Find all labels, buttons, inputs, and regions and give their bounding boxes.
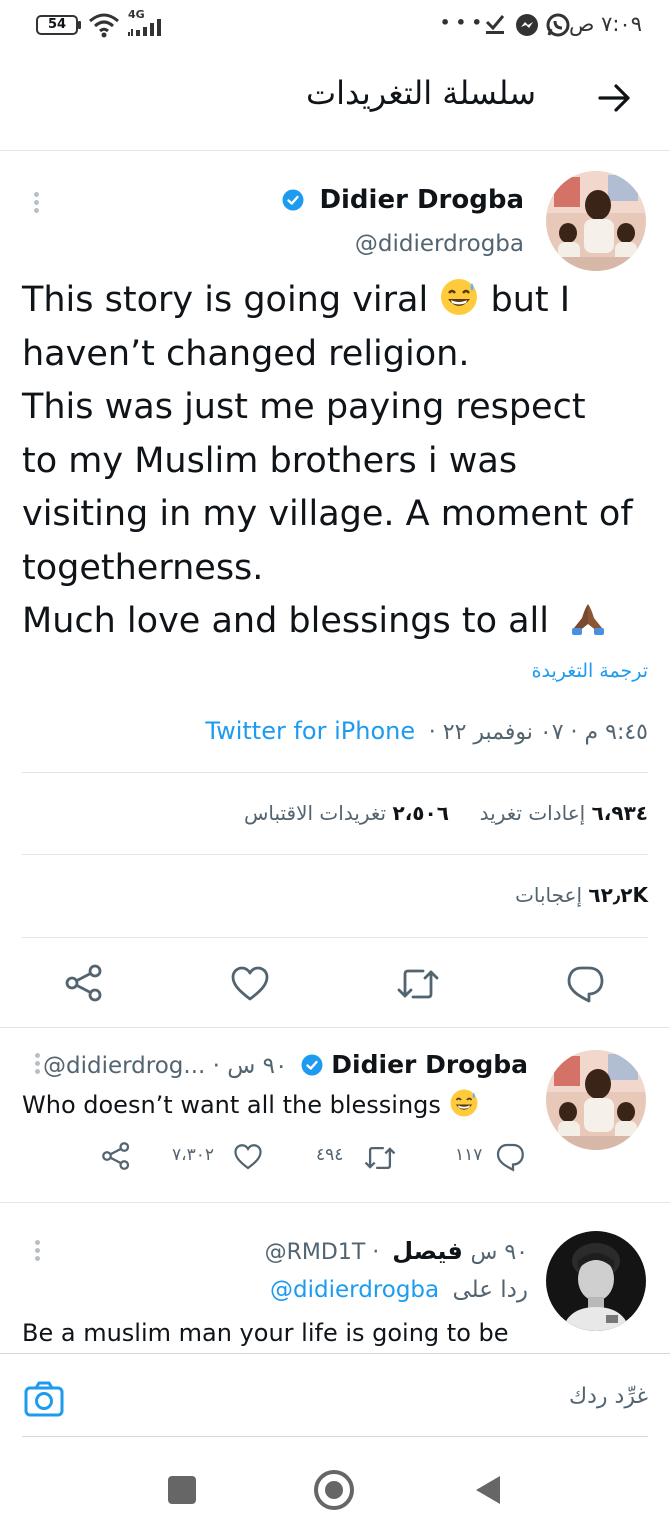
heart-icon [231, 966, 269, 1001]
tweet-text-line1: This story is going viral [22, 280, 429, 320]
share-icon [102, 1142, 130, 1170]
reply-reply-button[interactable] [494, 1142, 526, 1172]
avatar[interactable] [546, 171, 646, 271]
share-button[interactable] [64, 963, 104, 1003]
whatsapp-icon [546, 13, 570, 41]
system-nav-bar [0, 1437, 670, 1536]
tweet-source[interactable]: Twitter for iPhone [205, 717, 415, 745]
reply-share-button[interactable] [101, 1141, 131, 1171]
likes-stat[interactable]: ٦٢٫٢K إعجابات [515, 883, 648, 907]
heart-icon [234, 1144, 262, 1170]
more-options-kebab[interactable] [33, 1237, 41, 1264]
status-bar: 54 4G • • • ٧:٠٩ ص [0, 0, 670, 50]
reply-text: Who doesn’t want all the blessings [22, 1088, 479, 1119]
retweet-icon [397, 969, 439, 999]
battery-level: 54 [47, 17, 67, 32]
tweet-text: This story is going viral but I haven’t … [22, 274, 652, 649]
replying-to-prefix: ردا على [452, 1277, 528, 1303]
tweet-timestamp[interactable]: ٩:٤٥ م · ٠٧ نوفمبر ٢٢ · [429, 720, 648, 745]
overflow-dots: • • • [440, 13, 482, 32]
more-options-kebab[interactable] [33, 1050, 41, 1077]
reply-author-name: فيصل [392, 1237, 463, 1265]
author-name: Didier Drogba [319, 185, 524, 215]
reply-input[interactable]: غرِّد ردك [569, 1384, 648, 1409]
folded-hands-emoji-icon [572, 604, 605, 635]
camera-button[interactable] [24, 1380, 64, 1418]
reply-composer: غرِّد ردك [0, 1354, 670, 1436]
quotes-stat[interactable]: ٢،٥٠٦ تغريدات الاقتباس [244, 801, 449, 825]
clock: ٧:٠٩ ص [569, 12, 642, 36]
reply-icon [496, 1143, 524, 1172]
tweet-text-rest: haven’t changed religion. This was just … [22, 333, 633, 642]
translate-tweet-link[interactable]: ترجمة التغريدة [532, 660, 648, 682]
reply-tweet-1[interactable]: @didierdrog... · ٩٠ س Didier Drogba Who … [0, 1028, 670, 1202]
avatar[interactable] [546, 1050, 646, 1150]
reply-likes-count: ٧،٣٠٢ [172, 1145, 215, 1165]
retweets-stat[interactable]: ٦،٩٣٤ إعادات تغريد [480, 801, 648, 825]
sweat-smile-emoji-icon [441, 279, 478, 315]
likes-divider [22, 937, 648, 938]
share-icon [65, 964, 102, 1002]
main-tweet: Didier Drogba @didierdrogba This story i… [0, 151, 670, 1028]
replying-to: @didierdrogba ردا على [270, 1277, 528, 1303]
arrow-right-icon [598, 84, 630, 112]
replying-to-handle[interactable]: @didierdrogba [270, 1277, 439, 1303]
reply-retweet-button[interactable] [364, 1144, 396, 1172]
recents-button[interactable] [168, 1476, 196, 1504]
signal-icon [128, 18, 166, 40]
retweet-button[interactable] [397, 966, 439, 1002]
author-name-row[interactable]: Didier Drogba [282, 185, 524, 215]
page-title: سلسلة التغريدات [306, 74, 536, 112]
tweet-meta: Twitter for iPhone ٩:٤٥ م · ٠٧ نوفمبر ٢٢… [205, 717, 648, 745]
stats-divider [22, 854, 648, 855]
page-header: سلسلة التغريدات [0, 60, 670, 150]
meta-divider [22, 772, 648, 773]
verified-badge-icon [301, 1054, 323, 1076]
more-options-kebab[interactable] [32, 189, 40, 216]
tweet-text-line1b: but I [490, 280, 571, 320]
verified-badge-icon [282, 189, 304, 211]
reply-text: Be a muslim man your life is going to be [22, 1319, 509, 1347]
reply-button[interactable] [564, 964, 606, 1004]
messenger-icon [515, 13, 539, 41]
camera-icon [24, 1381, 64, 1417]
avatar[interactable] [546, 1231, 646, 1331]
home-button[interactable] [314, 1470, 354, 1510]
battery-icon: 54 [36, 15, 78, 35]
sweat-smile-emoji-icon [450, 1089, 478, 1117]
reply-handle-time: @didierdrog... · ٩٠ س [43, 1053, 288, 1079]
back-nav-button[interactable] [474, 1474, 502, 1510]
download-done-icon [484, 13, 506, 39]
retweet-icon [364, 1146, 396, 1170]
reply-replies-count: ١١٧ [455, 1145, 483, 1165]
reply-tweet-2[interactable]: @RMD1T · ٩٠ س فيصل @didierdrogba ردا على… [0, 1203, 670, 1353]
back-button[interactable] [596, 82, 632, 118]
reply-like-button[interactable] [233, 1143, 263, 1171]
engagement-stats: ٦،٩٣٤ إعادات تغريد ٢،٥٠٦ تغريدات الاقتبا… [244, 801, 648, 825]
reply-retweets-count: ٤٩٤ [316, 1145, 344, 1165]
reply-header: @RMD1T · ٩٠ س فيصل [265, 1237, 528, 1265]
wifi-icon [88, 12, 120, 42]
reply-header: @didierdrog... · ٩٠ س Didier Drogba [43, 1050, 528, 1079]
reply-author-name: Didier Drogba [331, 1050, 528, 1079]
reply-icon [567, 966, 604, 1003]
like-button[interactable] [230, 965, 270, 1003]
author-handle[interactable]: @didierdrogba [355, 231, 524, 257]
